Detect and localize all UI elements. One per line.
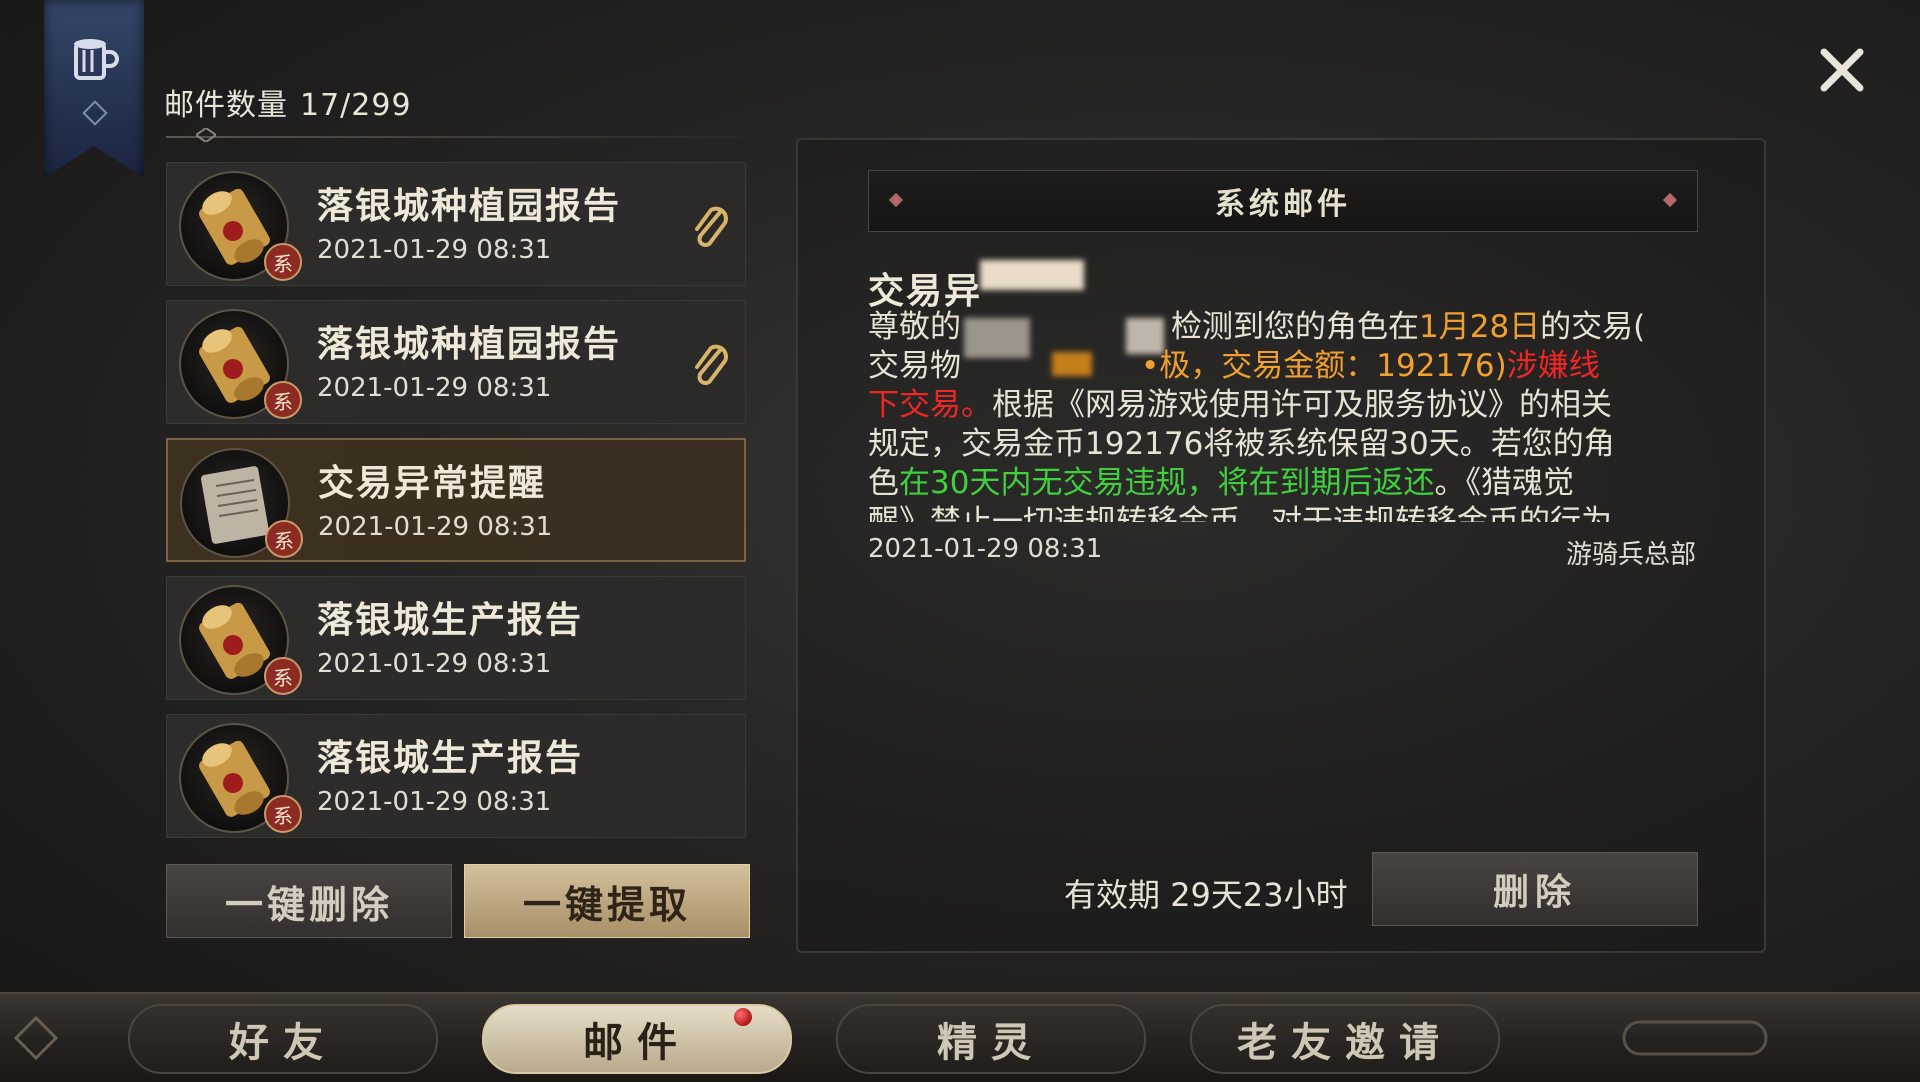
mail-subject-text: 交易异 — [868, 270, 983, 312]
body-line: 下交易。根据《网易游戏使用许可及服务协议》的相关 — [868, 386, 1698, 425]
body-text: 色 — [868, 465, 899, 501]
mail-list-item[interactable]: 系 落银城生产报告 2021-01-29 08:31 — [166, 714, 746, 838]
system-badge: 系 — [264, 795, 302, 833]
system-badge: 系 — [264, 657, 302, 695]
body-text: 醒》禁止一切违规转移金币，对于违规转移金币的行为 — [868, 504, 1612, 522]
detail-header: 系统邮件 — [868, 170, 1698, 232]
mail-list-item[interactable]: 系 落银城种植园报告 2021-01-29 08:31 — [166, 162, 746, 286]
body-text: 交易物 — [868, 348, 961, 384]
mail-banner — [44, 0, 144, 178]
mail-title: 落银城种植园报告 — [317, 185, 622, 227]
body-text: 规定，交易金币192176将被系统保留30天。若您的角 — [868, 426, 1615, 462]
body-positive: 在30天内无交易违规，将在到期后返还 — [899, 465, 1435, 501]
mail-subject: 交易异 — [868, 262, 982, 314]
body-text: ) — [1494, 348, 1507, 384]
mail-title: 落银城生产报告 — [317, 737, 584, 779]
mail-date: 2021-01-29 08:31 — [318, 512, 553, 542]
body-line: 规定，交易金币192176将被系统保留30天。若您的角 — [868, 425, 1698, 464]
delete-all-button[interactable]: 一键删除 — [166, 864, 452, 938]
claim-all-button[interactable]: 一键提取 — [464, 864, 750, 938]
attachment-clip-icon — [695, 344, 728, 385]
header-gem-icon — [1662, 192, 1678, 208]
tab-friends[interactable]: 好友 — [128, 1004, 438, 1074]
mail-count-value: 17/299 — [300, 88, 412, 123]
mail-date: 2021-01-29 08:31 — [317, 373, 552, 403]
validity-value: 29天23小时 — [1170, 876, 1348, 914]
mail-sender: 游骑兵总部 — [1565, 540, 1696, 570]
body-line: 色在30天内无交易违规，将在到期后返还。《猎魂觉 — [868, 464, 1698, 503]
mail-count: 邮件数量 17/299 — [164, 80, 412, 124]
body-highlight-item: •极，交易金额： — [1141, 348, 1377, 384]
mail-list-item[interactable]: 系 落银城种植园报告 2021-01-29 08:31 — [166, 300, 746, 424]
close-button[interactable] — [1812, 40, 1872, 100]
system-badge: 系 — [264, 381, 302, 419]
body-highlight-date: 1月28日 — [1419, 309, 1541, 345]
body-text: 根据《网易游戏使用许可及服务协议》的相关 — [992, 387, 1612, 423]
tab-bar-ornament-icon — [14, 1016, 58, 1060]
tab-bar-scroll-ornament-icon — [1622, 1020, 1768, 1056]
mail-date: 2021-01-29 08:31 — [317, 787, 552, 817]
list-divider — [166, 128, 741, 142]
mail-date: 2021-01-29 08:31 — [317, 649, 552, 679]
notification-dot-icon — [734, 1008, 752, 1026]
body-warning: 涉嫌线 — [1506, 348, 1600, 384]
bottom-tab-bar: 好友 邮件 精灵 老友邀请 — [0, 992, 1920, 1082]
divider-ornament-icon — [196, 128, 216, 142]
attachment-clip-icon — [695, 206, 728, 247]
system-badge: 系 — [264, 243, 302, 281]
tab-mail-label: 邮件 — [583, 1019, 691, 1066]
body-text: 的交易( — [1540, 309, 1646, 345]
body-text: 尊敬的 — [868, 309, 961, 345]
mail-date: 2021-01-29 08:31 — [317, 235, 552, 265]
validity-label: 有效期 — [1064, 876, 1161, 914]
body-line: 交易物 •极，交易金额：192176)涉嫌线 — [868, 347, 1698, 386]
close-icon — [1820, 48, 1864, 92]
banner-ornament — [82, 100, 108, 126]
tab-spirit[interactable]: 精灵 — [836, 1004, 1146, 1074]
mail-detail-date: 2021-01-29 08:31 — [868, 534, 1103, 564]
mail-body: 尊敬的 检测到您的角色在1月28日的交易( 交易物 •极，交易金额：192176)涉… — [868, 308, 1698, 522]
redaction-blur — [980, 260, 1084, 290]
body-line: 尊敬的 检测到您的角色在1月28日的交易( — [868, 308, 1698, 347]
system-badge: 系 — [265, 520, 303, 558]
validity-period: 有效期 29天23小时 — [1064, 870, 1348, 916]
list-action-buttons: 一键删除 一键提取 — [166, 864, 751, 938]
body-line: 醒》禁止一切违规转移金币，对于违规转移金币的行为 — [868, 503, 1698, 522]
mail-list-item-selected[interactable]: 系 交易异常提醒 2021-01-29 08:31 — [166, 438, 746, 562]
tab-invite-friends[interactable]: 老友邀请 — [1190, 1004, 1500, 1074]
detail-header-title: 系统邮件 — [1215, 187, 1351, 222]
mail-list[interactable]: 系 落银城种植园报告 2021-01-29 08:31 系 落银城种植园报告 2… — [166, 162, 746, 852]
body-highlight-amount: 192176 — [1376, 348, 1495, 384]
mail-title: 交易异常提醒 — [318, 462, 547, 504]
body-warning: 下交易。 — [868, 387, 992, 423]
tab-friends-label: 好友 — [229, 1019, 337, 1066]
body-text: 检测到您的角色在 — [1171, 309, 1419, 345]
mail-list-item[interactable]: 系 落银城生产报告 2021-01-29 08:31 — [166, 576, 746, 700]
mail-title: 落银城生产报告 — [317, 599, 584, 641]
mug-icon — [64, 30, 124, 90]
mail-count-label: 邮件数量 — [164, 88, 288, 123]
tab-mail[interactable]: 邮件 — [482, 1004, 792, 1074]
tab-invite-friends-label: 老友邀请 — [1237, 1019, 1453, 1066]
mail-title: 落银城种植园报告 — [317, 323, 622, 365]
tab-spirit-label: 精灵 — [937, 1019, 1045, 1066]
mail-detail-panel: 系统邮件 交易异 尊敬的 检测到您的角色在1月28日的交易( 交易物 •极，交易金额… — [796, 138, 1766, 953]
header-gem-icon — [888, 192, 904, 208]
body-text: 。《猎魂觉 — [1434, 465, 1574, 501]
delete-mail-button[interactable]: 删除 — [1372, 852, 1698, 926]
